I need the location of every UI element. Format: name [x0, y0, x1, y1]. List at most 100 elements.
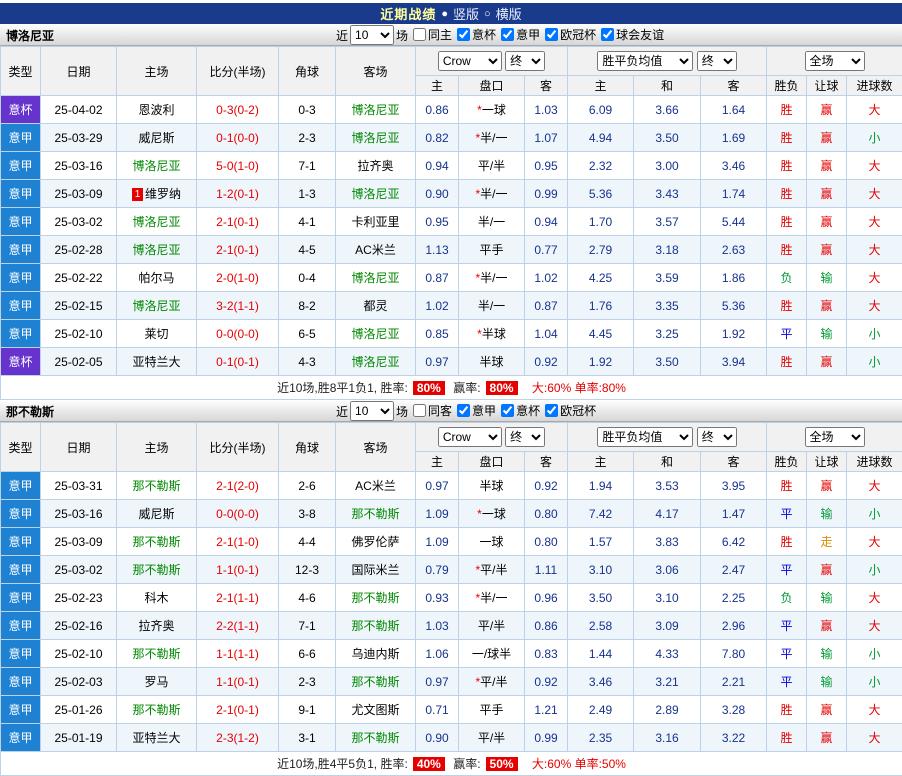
- date-cell: 25-03-09: [41, 528, 117, 556]
- match-row: 意甲25-02-16拉齐奥2-2(1-1)7-1那不勒斯1.03平/半0.862…: [1, 612, 902, 640]
- away-odds-cell: 0.92: [525, 472, 568, 500]
- recent-count-select[interactable]: 10: [350, 401, 394, 421]
- col-avg-home: 主: [568, 76, 634, 96]
- corner-cell: 7-1: [279, 152, 336, 180]
- away-odds-cell: 0.95: [525, 152, 568, 180]
- home-team-cell: 科木: [117, 584, 197, 612]
- col-home: 主场: [117, 47, 197, 96]
- filter-option[interactable]: 同主: [413, 26, 452, 43]
- recent-suffix: 场: [396, 27, 408, 44]
- handicap-result-cell: 赢: [807, 724, 847, 752]
- avg-stage-select[interactable]: 终: [697, 427, 737, 447]
- avg-away-cell: 2.96: [701, 612, 767, 640]
- filter-option[interactable]: 同客: [413, 402, 452, 419]
- layout-option-horizontal[interactable]: 横版: [496, 4, 522, 23]
- odds-stage-select[interactable]: 终: [505, 51, 545, 71]
- home-team-cell: 那不勒斯: [117, 556, 197, 584]
- score-cell: 2-3(1-2): [197, 724, 279, 752]
- handicap-star-icon: *: [475, 187, 480, 201]
- filter-checkbox[interactable]: [545, 404, 558, 417]
- score-cell: 2-0(1-0): [197, 264, 279, 292]
- date-cell: 25-02-22: [41, 264, 117, 292]
- col-corner: 角球: [279, 423, 336, 472]
- match-row: 意甲25-03-09那不勒斯2-1(1-0)4-4佛罗伦萨1.09一球0.801…: [1, 528, 902, 556]
- filter-checkbox[interactable]: [413, 404, 426, 417]
- filter-option[interactable]: 欧冠杯: [545, 26, 596, 43]
- handicap-star-icon: *: [477, 327, 482, 341]
- date-cell: 25-02-15: [41, 292, 117, 320]
- away-team-cell: AC米兰: [336, 472, 416, 500]
- handicap-result-cell: 赢: [807, 348, 847, 376]
- date-cell: 25-03-02: [41, 208, 117, 236]
- radio-selected-icon[interactable]: ●: [441, 8, 448, 20]
- filter-option[interactable]: 欧冠杯: [545, 402, 596, 419]
- odds-source-select[interactable]: Crow: [438, 51, 502, 71]
- corner-cell: 4-6: [279, 584, 336, 612]
- corner-cell: 12-3: [279, 556, 336, 584]
- col-avg-away: 客: [701, 76, 767, 96]
- recent-count-select[interactable]: 10: [350, 25, 394, 45]
- scope-select[interactable]: 全场: [805, 51, 865, 71]
- away-odds-cell: 1.11: [525, 556, 568, 584]
- score-cell: 0-1(0-0): [197, 124, 279, 152]
- filter-checkbox[interactable]: [501, 404, 514, 417]
- away-odds-cell: 0.92: [525, 668, 568, 696]
- odds-source-select[interactable]: Crow: [438, 427, 502, 447]
- handicap-cell: *半/一: [459, 264, 525, 292]
- filter-option[interactable]: 意甲: [501, 26, 540, 43]
- filter-checkbox[interactable]: [545, 28, 558, 41]
- away-team-cell: 都灵: [336, 292, 416, 320]
- match-row: 意甲25-02-15博洛尼亚3-2(1-1)8-2都灵1.02半/一0.871.…: [1, 292, 902, 320]
- table-header-row-1: 类型 日期 主场 比分(半场) 角球 客场 Crow 终 胜平负均值 终 全场: [1, 47, 902, 76]
- filter-checkbox[interactable]: [457, 28, 470, 41]
- scope-select[interactable]: 全场: [805, 427, 865, 447]
- result-cell: 胜: [767, 152, 807, 180]
- avg-home-cell: 6.09: [568, 96, 634, 124]
- avg-draw-cell: 3.53: [634, 472, 701, 500]
- avg-draw-cell: 3.66: [634, 96, 701, 124]
- avg-away-cell: 3.94: [701, 348, 767, 376]
- match-row: 意甲25-02-28博洛尼亚2-1(0-1)4-5AC米兰1.13平手0.772…: [1, 236, 902, 264]
- win-rate-badge: 40%: [413, 757, 445, 771]
- avg-stage-select[interactable]: 终: [697, 51, 737, 71]
- avg-home-cell: 5.36: [568, 180, 634, 208]
- corner-cell: 4-4: [279, 528, 336, 556]
- filter-option[interactable]: 意杯: [457, 26, 496, 43]
- result-cell: 平: [767, 556, 807, 584]
- filter-checkbox[interactable]: [413, 28, 426, 41]
- filter-option[interactable]: 球会友谊: [601, 26, 664, 43]
- avg-type-select[interactable]: 胜平负均值: [597, 427, 693, 447]
- handicap-cell: 半球: [459, 472, 525, 500]
- filter-option[interactable]: 意杯: [501, 402, 540, 419]
- handicap-cell: *平/半: [459, 556, 525, 584]
- league-cell: 意甲: [1, 640, 41, 668]
- handicap-result-cell: 输: [807, 320, 847, 348]
- radio-unselected-icon[interactable]: ○: [484, 8, 491, 20]
- recent-label: 近: [336, 403, 348, 420]
- filter-checkbox[interactable]: [457, 404, 470, 417]
- avg-away-cell: 1.74: [701, 180, 767, 208]
- home-odds-cell: 1.06: [416, 640, 459, 668]
- away-team-cell: 那不勒斯: [336, 500, 416, 528]
- filter-checkbox[interactable]: [501, 28, 514, 41]
- odds-stage-select[interactable]: 终: [505, 427, 545, 447]
- avg-away-cell: 1.86: [701, 264, 767, 292]
- league-cell: 意甲: [1, 180, 41, 208]
- goals-cell: 大: [847, 584, 902, 612]
- col-handicap-result: 让球: [807, 452, 847, 472]
- goals-cell: 大: [847, 264, 902, 292]
- filter-option[interactable]: 意甲: [457, 402, 496, 419]
- avg-type-select[interactable]: 胜平负均值: [597, 51, 693, 71]
- league-cell: 意甲: [1, 472, 41, 500]
- filter-checkbox[interactable]: [601, 28, 614, 41]
- cover-rate-badge: 50%: [486, 757, 518, 771]
- handicap-cell: 一/球半: [459, 640, 525, 668]
- date-cell: 25-02-23: [41, 584, 117, 612]
- col-avg-home: 主: [568, 452, 634, 472]
- layout-option-vertical[interactable]: 竖版: [453, 4, 479, 23]
- filter-controls: 近 10 场 同客意甲意杯欧冠杯: [336, 401, 596, 421]
- match-row: 意甲25-03-16博洛尼亚5-0(1-0)7-1拉齐奥0.94平/半0.952…: [1, 152, 902, 180]
- date-cell: 25-02-10: [41, 640, 117, 668]
- section-header-1: 那不勒斯 近 10 场 同客意甲意杯欧冠杯: [0, 400, 902, 422]
- away-team-cell: AC米兰: [336, 236, 416, 264]
